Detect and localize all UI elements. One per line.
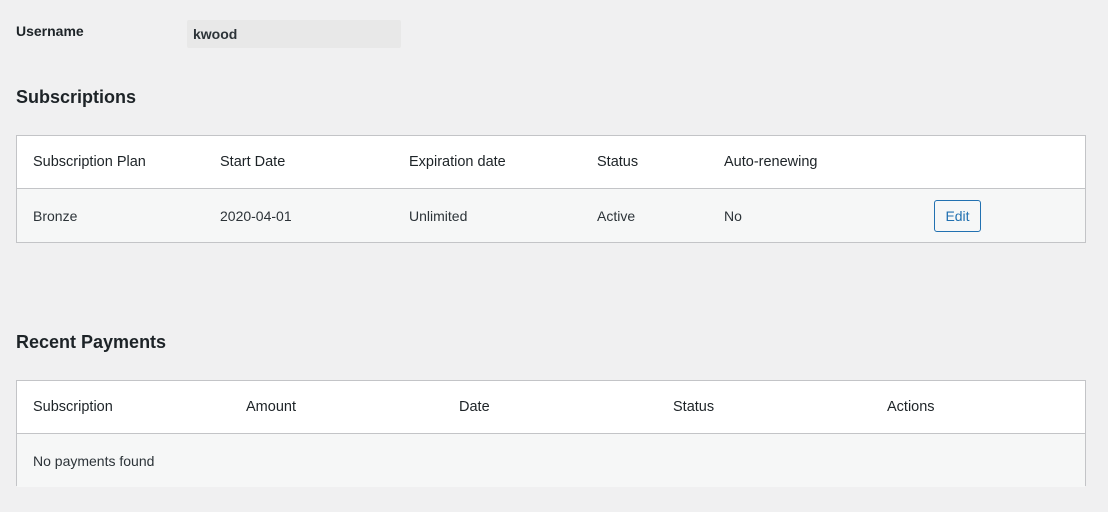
username-row: Username bbox=[16, 18, 436, 50]
recent-payments-title: Recent Payments bbox=[16, 332, 167, 352]
column-header-expiration-date: Expiration date bbox=[409, 154, 506, 170]
payments-table: Subscription Amount Date Status Actions … bbox=[16, 380, 1086, 487]
column-header-status: Status bbox=[597, 154, 639, 170]
payments-table-header: Subscription Amount Date Status Actions bbox=[17, 381, 1085, 434]
table-row: No payments found bbox=[17, 434, 1085, 487]
column-header-subscription-plan: Subscription Plan bbox=[33, 154, 146, 170]
subscriptions-title: Subscriptions bbox=[16, 87, 137, 107]
user-subscriptions-page: Username Subscriptions Subscription Plan… bbox=[0, 0, 1108, 512]
username-label: Username bbox=[16, 23, 84, 39]
subscriptions-table: Subscription Plan Start Date Expiration … bbox=[16, 135, 1086, 243]
column-header-subscription: Subscription bbox=[33, 399, 113, 415]
column-header-start-date: Start Date bbox=[220, 154, 286, 170]
cell-start-date: 2020-04-01 bbox=[220, 207, 292, 224]
column-header-amount: Amount bbox=[246, 399, 296, 415]
cell-auto-renewing: No bbox=[724, 207, 742, 224]
edit-subscription-button[interactable]: Edit bbox=[934, 200, 981, 232]
column-header-actions: Actions bbox=[887, 399, 935, 415]
table-row: Bronze 2020-04-01 Unlimited Active No Ed… bbox=[17, 189, 1085, 242]
username-field[interactable] bbox=[187, 20, 401, 48]
subscriptions-table-header: Subscription Plan Start Date Expiration … bbox=[17, 136, 1085, 189]
column-header-payment-status: Status bbox=[673, 399, 715, 415]
empty-payments-message: No payments found bbox=[33, 452, 155, 469]
cell-plan: Bronze bbox=[33, 207, 78, 224]
cell-status: Active bbox=[597, 207, 636, 224]
column-header-date: Date bbox=[459, 399, 490, 415]
column-header-auto-renewing: Auto-renewing bbox=[724, 154, 818, 170]
cell-expiration-date: Unlimited bbox=[409, 207, 468, 224]
